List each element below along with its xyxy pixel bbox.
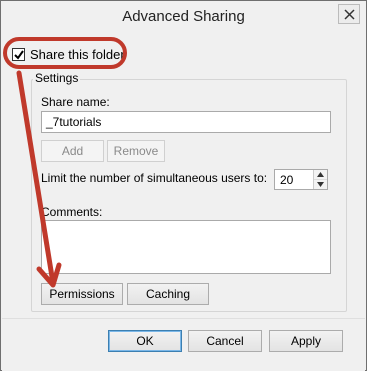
add-button[interactable]: Add xyxy=(41,140,104,162)
close-button[interactable] xyxy=(338,4,360,24)
cancel-button[interactable]: Cancel xyxy=(188,330,262,352)
title-bar: Advanced Sharing xyxy=(1,1,366,33)
spinner-up-button[interactable] xyxy=(314,170,327,180)
settings-legend: Settings xyxy=(33,71,81,85)
ok-button[interactable]: OK xyxy=(108,330,182,352)
advanced-sharing-dialog: Advanced Sharing Share this folder Setti… xyxy=(0,0,367,371)
arrow-down-icon xyxy=(317,182,324,187)
apply-button[interactable]: Apply xyxy=(269,330,343,352)
share-name-label: Share name: xyxy=(41,95,110,109)
caching-button[interactable]: Caching xyxy=(127,283,209,305)
arrow-up-icon xyxy=(317,172,324,177)
spinner-down-button[interactable] xyxy=(314,180,327,189)
share-name-input[interactable]: _7tutorials xyxy=(41,111,331,133)
remove-button[interactable]: Remove xyxy=(107,140,165,162)
window-title: Advanced Sharing xyxy=(122,8,245,25)
annotation-ring xyxy=(3,37,127,69)
user-limit-value: 20 xyxy=(280,173,294,187)
permissions-button[interactable]: Permissions xyxy=(41,283,123,305)
limit-users-label: Limit the number of simultaneous users t… xyxy=(41,171,268,185)
close-icon xyxy=(344,9,355,20)
comments-input[interactable] xyxy=(41,220,331,274)
comments-label: Comments: xyxy=(41,205,103,219)
user-limit-spinner[interactable]: 20 xyxy=(274,169,328,190)
spinner-arrows xyxy=(313,170,327,189)
